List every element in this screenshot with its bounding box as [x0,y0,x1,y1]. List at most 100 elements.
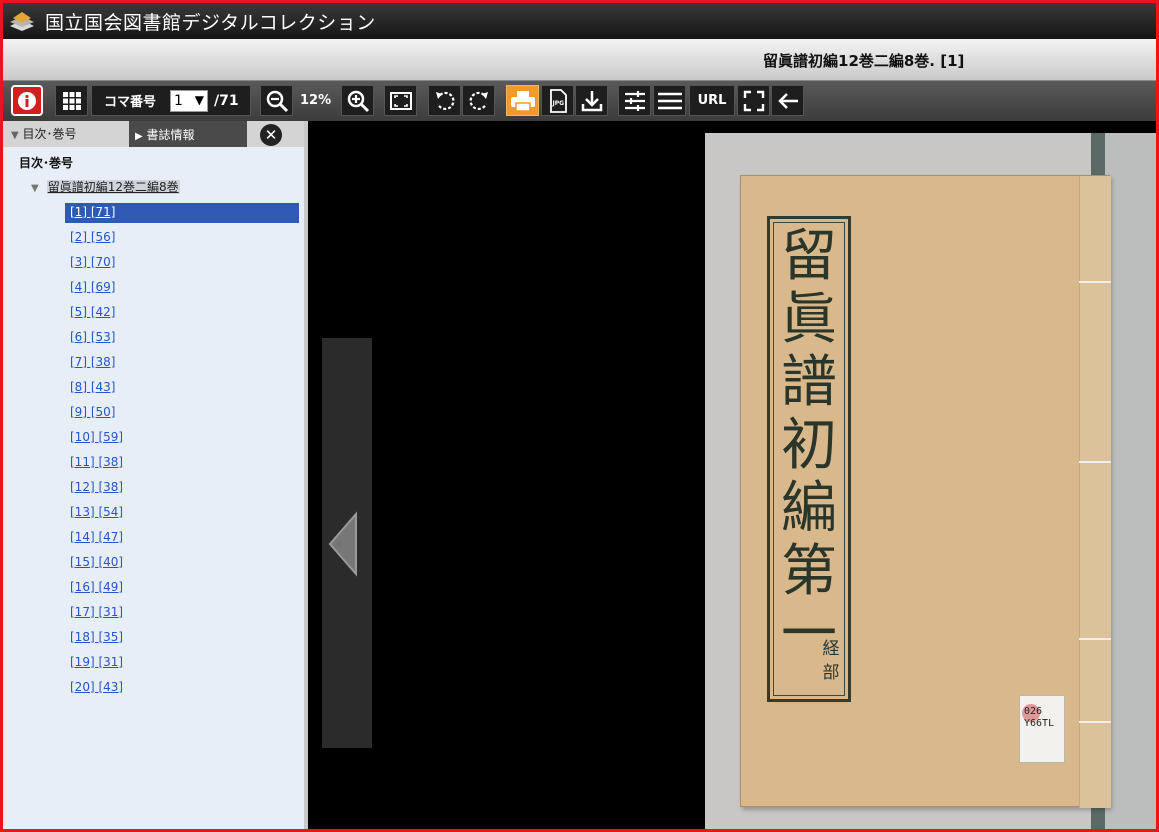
cover-title-char: 編 [781,476,837,541]
app-title: 国立国会図書館デジタルコレクション [45,11,376,34]
toc-sidebar: ▼ 目次･巻号 ▶ 書誌情報 ✕ 目次･巻号 ▼ 留眞譜初編12巻二編8巻 [1]… [3,121,308,829]
binding-thread [1079,461,1111,463]
toc-book-name: 留眞譜初編12巻二編8巻 [46,180,180,194]
toc-item[interactable]: [16] [49] [65,578,299,603]
close-sidebar-button[interactable]: ✕ [260,124,282,146]
library-logo-icon [7,8,37,34]
back-button[interactable] [771,85,804,116]
book-cover: 留眞譜初編第一 経部 026 Y66TL [740,175,1111,808]
triangle-right-icon: ▶ [135,131,143,142]
download-button[interactable] [575,85,608,116]
triangle-left-icon [328,511,357,577]
tab-toc-label: 目次･巻号 [22,127,77,141]
binding-thread [1079,638,1111,640]
sidebar-tabs: ▼ 目次･巻号 ▶ 書誌情報 ✕ [3,121,304,147]
toc-item[interactable]: [4] [69] [65,278,299,303]
toc-item[interactable]: [12] [38] [65,478,299,503]
download-icon [581,90,602,111]
zoom-level: 12% [300,93,332,108]
zoom-in-icon [347,90,369,112]
fit-page-button[interactable] [384,85,417,116]
book-title: 留眞譜初編12巻二編8巻. [1] [763,52,965,70]
toc-item[interactable]: [1] [71] [65,203,299,223]
frame-total: /71 [214,93,239,109]
toc-list: [1] [71] [2] [56] [3] [70] [4] [69] [5] [42]… [65,203,299,703]
triangle-down-icon: ▼ [11,130,19,141]
zoom-in-button[interactable] [341,85,374,116]
toc-item[interactable]: [10] [59] [65,428,299,453]
close-icon: ✕ [264,125,278,144]
cover-title-char: 留 [781,224,837,289]
toc-item[interactable]: [9] [50] [65,403,299,428]
toc-item[interactable]: [13] [54] [65,503,299,528]
cover-sub-label: 経部 [822,639,840,683]
toc-item[interactable]: [18] [35] [65,628,299,653]
binding-thread [1079,281,1111,283]
toc-item[interactable]: [8] [43] [65,378,299,403]
viewer-toolbar: コマ番号 1 ▼ /71 12% JPG URL [3,81,1156,121]
zoom-out-icon [266,90,288,112]
chevron-down-icon: ▼ [194,93,204,107]
cover-title-label: 留眞譜初編第一 経部 [767,216,851,702]
toc-item[interactable]: [15] [40] [65,553,299,578]
zoom-out-button[interactable] [260,85,293,116]
binding-thread [1079,721,1111,723]
toc-item[interactable]: [14] [47] [65,528,299,553]
rotate-right-button[interactable] [462,85,495,116]
toc-item[interactable]: [6] [53] [65,328,299,353]
jpg-file-icon: JPG [549,88,567,113]
toc-item[interactable]: [5] [42] [65,303,299,328]
info-icon [18,91,36,110]
toc-item[interactable]: [2] [56] [65,228,299,253]
library-call-number-sticker: 026 Y66TL [1019,695,1065,763]
fullscreen-icon [743,90,764,111]
call-number-text: 026 Y66TL [1024,706,1055,729]
toc-item[interactable]: [19] [31] [65,653,299,678]
tab-bibliographic-info[interactable]: ▶ 書誌情報 [129,121,247,147]
cover-title-char: 譜 [781,350,837,415]
hamburger-menu-icon [657,92,682,109]
grid-icon [62,91,81,110]
url-button[interactable]: URL [689,85,735,116]
rotate-left-icon [435,91,454,110]
print-icon [510,90,535,112]
tab-biblio-label: 書誌情報 [146,128,195,142]
toc-item[interactable]: [20] [43] [65,678,299,703]
cover-title-char: 初 [781,413,837,478]
frame-number-select[interactable]: 1 ▼ [170,90,208,112]
rotate-left-button[interactable] [428,85,461,116]
fit-page-icon [389,91,412,110]
toc-heading: 目次･巻号 [19,156,74,170]
app-header: 国立国会図書館デジタルコレクション [3,3,1156,39]
sliders-icon [624,90,645,111]
image-adjust-button[interactable] [618,85,651,116]
toc-item[interactable]: [3] [70] [65,253,299,278]
print-button[interactable] [506,85,539,116]
menu-button[interactable] [653,85,686,116]
page-image[interactable]: 留眞譜初編第一 経部 026 Y66TL [705,133,1156,829]
info-button[interactable] [11,85,43,116]
toc-item[interactable]: [7] [38] [65,353,299,378]
arrow-left-icon [777,92,798,109]
image-viewer: 留眞譜初編第一 経部 026 Y66TL [308,121,1156,829]
previous-page-button[interactable] [322,338,372,748]
app-frame: 国立国会図書館デジタルコレクション 留眞譜初編12巻二編8巻. [1] コマ番号… [0,0,1159,832]
cover-title-char: 眞 [781,287,837,352]
url-button-label: URL [697,93,727,108]
cover-title-char: 第 [781,539,837,604]
thumbnail-grid-button[interactable] [55,85,88,116]
tab-toc[interactable]: ▼ 目次･巻号 [11,125,77,142]
frame-number-label: コマ番号 [104,95,157,110]
rotate-right-icon [469,91,488,110]
toc-book-node[interactable]: ▼ 留眞譜初編12巻二編8巻 [31,178,180,195]
triangle-down-icon[interactable]: ▼ [31,183,39,194]
book-spine [1079,176,1111,808]
cover-title-chars: 留眞譜初編第一 [770,225,848,666]
toc-item[interactable]: [11] [38] [65,453,299,478]
jpg-export-button[interactable]: JPG [541,85,574,116]
fullscreen-button[interactable] [737,85,770,116]
svg-text:JPG: JPG [551,100,564,107]
frame-number-value: 1 [174,93,183,109]
toc-item[interactable]: [17] [31] [65,603,299,628]
title-bar: 留眞譜初編12巻二編8巻. [1] [3,39,1156,81]
